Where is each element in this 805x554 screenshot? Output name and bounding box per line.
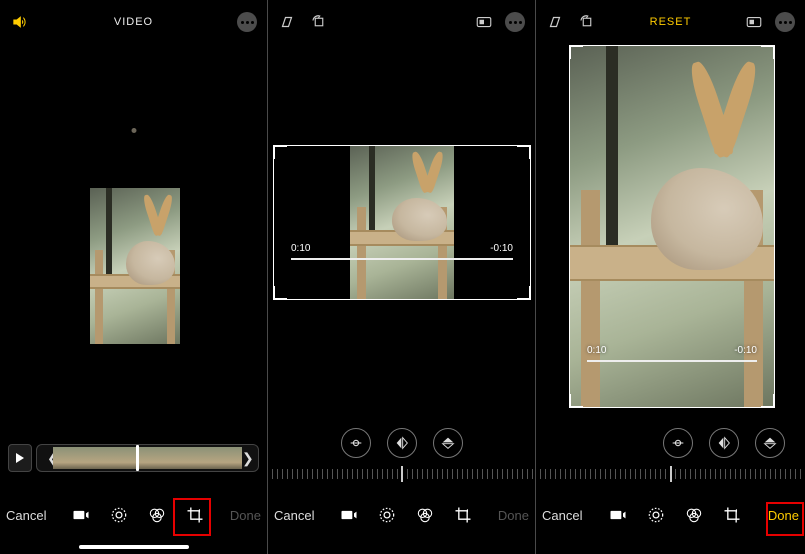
aspect-ratio-icon[interactable]: [475, 13, 493, 31]
phone-screen-1: VIDEO ❮ ❯: [0, 0, 268, 554]
video-preview[interactable]: [90, 188, 180, 344]
video-frame: [90, 188, 180, 344]
time-overlay: 0:10 -0:10: [569, 345, 775, 356]
more-icon[interactable]: [505, 12, 525, 32]
crop-corner-br[interactable]: [761, 394, 775, 408]
crop-icon[interactable]: [722, 505, 742, 525]
crop-corner-tr[interactable]: [517, 145, 531, 159]
playback-progress[interactable]: [291, 258, 513, 260]
more-icon[interactable]: [237, 12, 257, 32]
crop-preview[interactable]: 0:10 -0:10: [273, 145, 531, 300]
live-photo-dot: [131, 128, 136, 133]
crop-tool-row: [268, 428, 535, 458]
flip-vertical-icon[interactable]: [755, 428, 785, 458]
bottom-toolbar: Cancel Done: [536, 498, 805, 532]
adjust-icon[interactable]: [377, 505, 397, 525]
bottom-toolbar: Cancel Done: [0, 498, 267, 532]
time-elapsed: 0:10: [587, 345, 606, 356]
video-mode-icon[interactable]: [339, 505, 359, 525]
reset-button[interactable]: RESET: [650, 16, 692, 28]
adjust-icon[interactable]: [646, 505, 666, 525]
flip-vertical-icon[interactable]: [433, 428, 463, 458]
flip-horizontal-icon[interactable]: [709, 428, 739, 458]
video-mode-icon[interactable]: [608, 505, 628, 525]
crop-corner-tr[interactable]: [761, 45, 775, 59]
crop-corner-tl[interactable]: [273, 145, 287, 159]
video-mode-icon[interactable]: [71, 505, 91, 525]
filters-icon[interactable]: [684, 505, 704, 525]
trim-handle-right[interactable]: ❯: [242, 447, 248, 469]
trim-track[interactable]: ❮ ❯: [36, 444, 259, 472]
skew-icon[interactable]: [546, 13, 564, 31]
straighten-icon[interactable]: [341, 428, 371, 458]
straighten-dial[interactable]: [536, 464, 805, 484]
done-button[interactable]: Done: [498, 508, 529, 523]
phone-screen-3: RESET 0:10 -0:10: [536, 0, 805, 554]
timeline-thumbnails: [53, 447, 242, 469]
skew-icon[interactable]: [278, 13, 296, 31]
crop-tool-row: [536, 428, 805, 458]
crop-corner-bl[interactable]: [569, 394, 583, 408]
straighten-icon[interactable]: [663, 428, 693, 458]
annotation-highlight-done: [766, 502, 804, 536]
time-remaining: -0:10: [734, 345, 757, 356]
crop-corner-bl[interactable]: [273, 286, 287, 300]
header: VIDEO: [0, 0, 267, 44]
home-indicator[interactable]: [79, 545, 189, 549]
video-timeline: ❮ ❯: [8, 442, 259, 474]
sound-on-icon[interactable]: [10, 12, 30, 32]
filters-icon[interactable]: [415, 505, 435, 525]
header: RESET: [536, 0, 805, 44]
play-button[interactable]: [8, 444, 32, 472]
time-elapsed: 0:10: [291, 243, 310, 254]
bottom-toolbar: Cancel Done: [268, 498, 535, 532]
header-title: VIDEO: [114, 16, 153, 28]
more-icon[interactable]: [775, 12, 795, 32]
rotate-icon[interactable]: [578, 13, 596, 31]
time-remaining: -0:10: [490, 243, 513, 254]
adjust-icon[interactable]: [109, 505, 129, 525]
crop-icon[interactable]: [453, 505, 473, 525]
playback-progress[interactable]: [587, 360, 757, 362]
aspect-ratio-icon[interactable]: [745, 13, 763, 31]
crop-corner-tl[interactable]: [569, 45, 583, 59]
cancel-button[interactable]: Cancel: [274, 508, 314, 523]
cancel-button[interactable]: Cancel: [6, 508, 46, 523]
annotation-highlight-crop: [173, 498, 211, 536]
phone-screen-2: 0:10 -0:10 Cancel Done: [268, 0, 536, 554]
cancel-button[interactable]: Cancel: [542, 508, 582, 523]
done-button[interactable]: Done: [230, 508, 261, 523]
flip-horizontal-icon[interactable]: [387, 428, 417, 458]
crop-preview[interactable]: 0:10 -0:10: [569, 45, 775, 408]
playhead[interactable]: [136, 445, 139, 471]
crop-frame[interactable]: [273, 145, 531, 300]
rotate-icon[interactable]: [310, 13, 328, 31]
crop-corner-br[interactable]: [517, 286, 531, 300]
time-overlay: 0:10 -0:10: [273, 243, 531, 254]
straighten-dial[interactable]: [268, 464, 535, 484]
filters-icon[interactable]: [147, 505, 167, 525]
header: [268, 0, 535, 44]
